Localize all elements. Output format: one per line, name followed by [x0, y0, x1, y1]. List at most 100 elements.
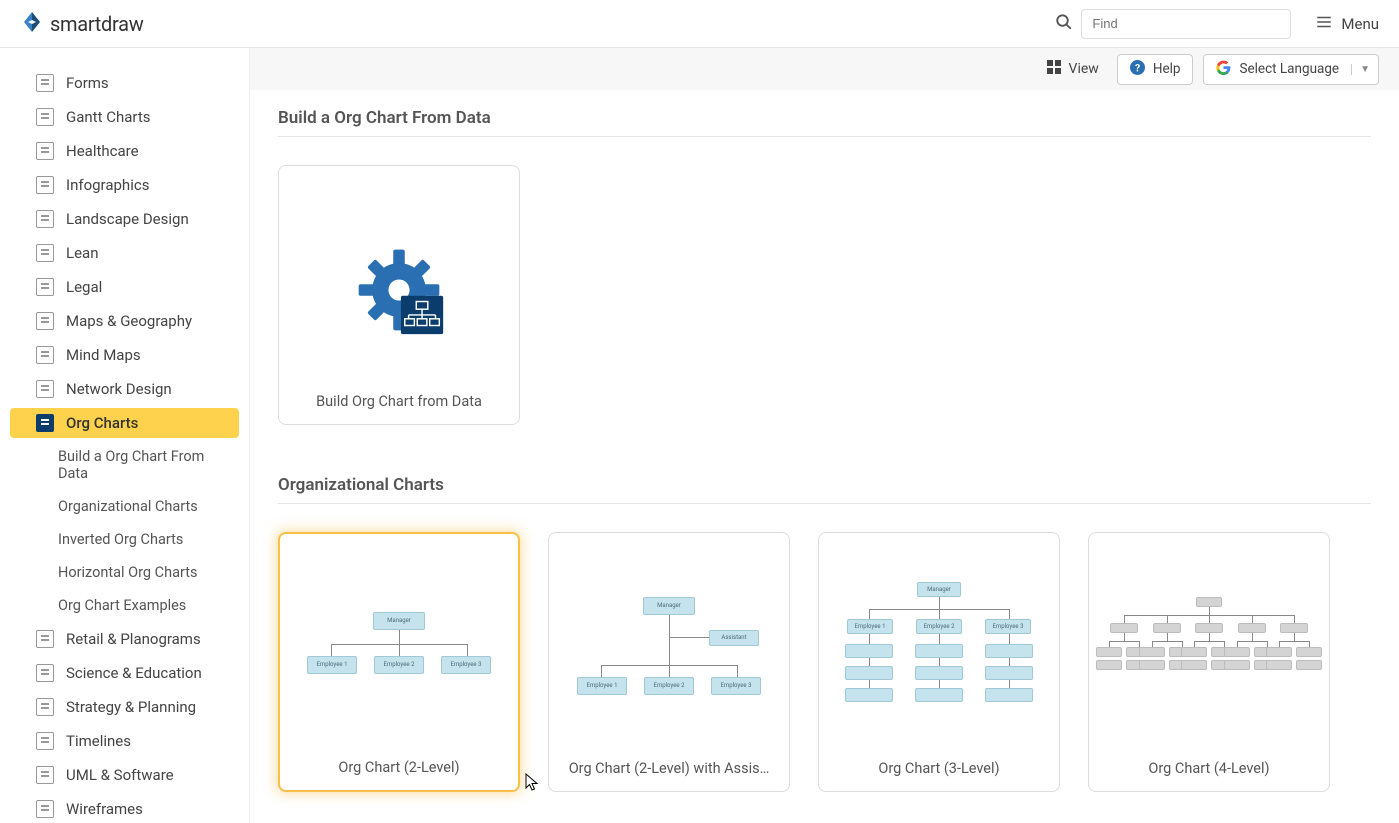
svg-text:?: ? [1135, 61, 1140, 74]
toolbar: View ? Help Select Language ▼ [250, 48, 1399, 90]
card-row: Build Org Chart from Data [278, 165, 1371, 425]
card-preview [1097, 553, 1321, 760]
section-title: Build a Org Chart From Data [278, 108, 1371, 137]
card-preview: ManagerEmployee 1Employee 2Employee 3 [827, 553, 1051, 760]
form-icon [36, 74, 54, 92]
help-button[interactable]: ? Help [1117, 54, 1194, 85]
sidebar-item-retail-planograms[interactable]: Retail & Planograms [10, 624, 239, 654]
sidebar-subitem-org-chart-examples[interactable]: Org Chart Examples [0, 591, 249, 620]
view-label: View [1069, 61, 1099, 77]
sidebar-item-label: Org Charts [66, 414, 138, 432]
sidebar-item-strategy-planning[interactable]: Strategy & Planning [10, 692, 239, 722]
landscape-icon [36, 210, 54, 228]
sidebar-item-label: Strategy & Planning [66, 698, 196, 716]
sidebar-item-label: Forms [66, 74, 109, 92]
chevron-down-icon: ▼ [1351, 64, 1370, 75]
sidebar-item-legal[interactable]: Legal [10, 272, 239, 302]
sidebar-item-label: Healthcare [66, 142, 139, 160]
template-card-org2a[interactable]: ManagerAssistantEmployee 1Employee 2Empl… [548, 532, 790, 792]
retail-icon [36, 630, 54, 648]
sidebar-item-science-education[interactable]: Science & Education [10, 658, 239, 688]
sidebar-item-wireframes[interactable]: Wireframes [10, 794, 239, 823]
science-icon [36, 664, 54, 682]
main-area: View ? Help Select Language ▼ Build a Or… [250, 48, 1399, 823]
help-label: Help [1153, 61, 1181, 77]
template-card-gear[interactable]: Build Org Chart from Data [278, 165, 520, 425]
sidebar-item-gantt-charts[interactable]: Gantt Charts [10, 102, 239, 132]
lean-icon [36, 244, 54, 262]
sidebar-item-healthcare[interactable]: Healthcare [10, 136, 239, 166]
hamburger-icon [1315, 13, 1333, 35]
brand-text: smartdraw [50, 12, 143, 36]
grid-icon [1047, 60, 1061, 78]
sidebar-item-label: UML & Software [66, 766, 174, 784]
sidebar-item-timelines[interactable]: Timelines [10, 726, 239, 756]
sidebar-item-org-charts[interactable]: Org Charts [10, 408, 239, 438]
card-row: ManagerEmployee 1Employee 2Employee 3Org… [278, 532, 1371, 792]
sidebar-item-label: Network Design [66, 380, 172, 398]
timeline-icon [36, 732, 54, 750]
sidebar-item-label: Science & Education [66, 664, 202, 682]
sidebar: Forms Gantt Charts Healthcare Infographics L… [0, 48, 250, 823]
strategy-icon [36, 698, 54, 716]
menu-label: Menu [1341, 15, 1379, 33]
info-icon [36, 176, 54, 194]
mind-icon [36, 346, 54, 364]
sidebar-item-lean[interactable]: Lean [10, 238, 239, 268]
sidebar-subitem-inverted-org-charts[interactable]: Inverted Org Charts [0, 525, 249, 554]
help-icon: ? [1130, 60, 1145, 79]
sidebar-item-infographics[interactable]: Infographics [10, 170, 239, 200]
sidebar-item-label: Maps & Geography [66, 312, 192, 330]
content: Build a Org Chart From Data Build Org Cha… [250, 90, 1399, 823]
scale-icon [36, 278, 54, 296]
card-preview: ManagerAssistantEmployee 1Employee 2Empl… [557, 553, 781, 760]
card-label: Org Chart (4-Level) [1097, 760, 1321, 777]
google-icon [1216, 60, 1231, 79]
sidebar-item-label: Gantt Charts [66, 108, 150, 126]
sidebar-subitem-build-a-org-chart-from-data[interactable]: Build a Org Chart From Data [0, 442, 249, 488]
card-label: Org Chart (2-Level) with Assis… [557, 760, 781, 777]
language-button[interactable]: Select Language ▼ [1203, 54, 1379, 85]
gantt-icon [36, 108, 54, 126]
plus-icon [36, 142, 54, 160]
template-card-org4[interactable]: Org Chart (4-Level) [1088, 532, 1330, 792]
logo-icon [20, 10, 44, 38]
sidebar-item-label: Landscape Design [66, 210, 189, 228]
logo[interactable]: smartdraw [20, 10, 143, 38]
card-label: Org Chart (2-Level) [288, 759, 510, 776]
search-wrap [1055, 9, 1291, 39]
org-icon [36, 414, 54, 432]
sidebar-item-label: Lean [66, 244, 98, 262]
uml-icon [36, 766, 54, 784]
network-icon [36, 380, 54, 398]
template-card-org2[interactable]: ManagerEmployee 1Employee 2Employee 3Org… [278, 532, 520, 792]
card-label: Build Org Chart from Data [287, 393, 511, 410]
sidebar-item-landscape-design[interactable]: Landscape Design [10, 204, 239, 234]
search-icon[interactable] [1055, 13, 1073, 35]
language-label: Select Language [1239, 61, 1339, 77]
section-title: Organizational Charts [278, 475, 1371, 504]
sidebar-item-maps-geography[interactable]: Maps & Geography [10, 306, 239, 336]
sidebar-item-label: Wireframes [66, 800, 143, 818]
sidebar-item-label: Timelines [66, 732, 131, 750]
sidebar-item-forms[interactable]: Forms [10, 68, 239, 98]
view-button[interactable]: View [1039, 55, 1107, 83]
sidebar-item-label: Mind Maps [66, 346, 141, 364]
sidebar-item-label: Infographics [66, 176, 149, 194]
sidebar-subitem-organizational-charts[interactable]: Organizational Charts [0, 492, 249, 521]
search-input[interactable] [1081, 9, 1291, 39]
menu-button[interactable]: Menu [1315, 13, 1379, 35]
sidebar-item-label: Legal [66, 278, 102, 296]
sidebar-subitem-horizontal-org-charts[interactable]: Horizontal Org Charts [0, 558, 249, 587]
card-label: Org Chart (3-Level) [827, 760, 1051, 777]
sidebar-item-network-design[interactable]: Network Design [10, 374, 239, 404]
sidebar-item-label: Retail & Planograms [66, 630, 201, 648]
template-card-org3[interactable]: ManagerEmployee 1Employee 2Employee 3Org… [818, 532, 1060, 792]
map-icon [36, 312, 54, 330]
sidebar-item-uml-software[interactable]: UML & Software [10, 760, 239, 790]
header: smartdraw Menu [0, 0, 1399, 48]
wireframe-icon [36, 800, 54, 818]
sidebar-item-mind-maps[interactable]: Mind Maps [10, 340, 239, 370]
card-preview: ManagerEmployee 1Employee 2Employee 3 [288, 554, 510, 759]
card-preview [287, 186, 511, 393]
